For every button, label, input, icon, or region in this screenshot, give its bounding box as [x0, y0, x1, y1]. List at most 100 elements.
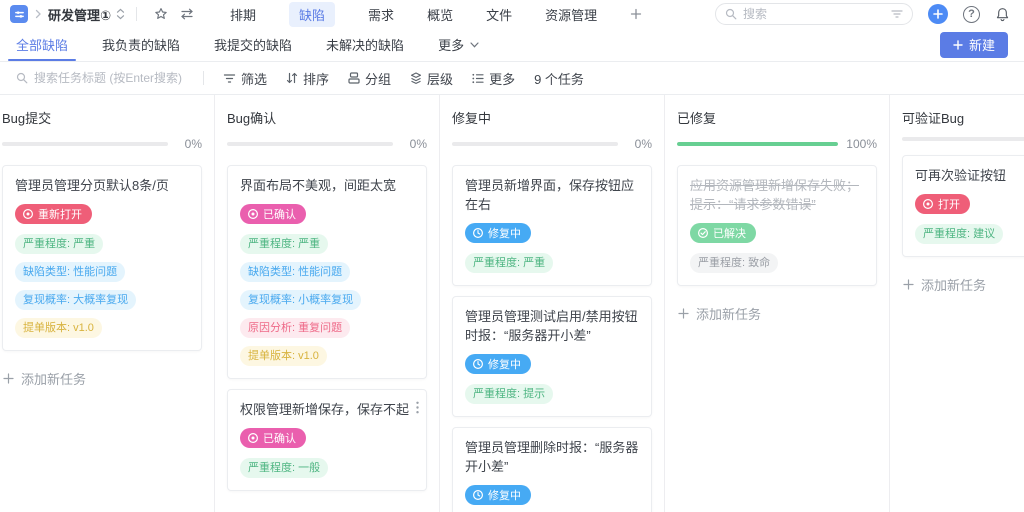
tag: 严重程度: 严重: [15, 234, 104, 254]
global-search-input[interactable]: [743, 7, 885, 21]
column-header: 修复中 0%: [440, 95, 664, 159]
breadcrumb-chevron-icon: [34, 9, 42, 19]
status-badge[interactable]: 修复中: [465, 223, 531, 243]
sort-button[interactable]: 排序: [286, 69, 329, 88]
clock-icon: [472, 358, 484, 370]
kanban-column: Bug提交 0% 管理员管理分页默认8条/页 重新打开 严重程度: 严重 缺陷类型: 性能…: [0, 95, 215, 512]
tag: 缺陷类型: 性能问题: [240, 262, 351, 282]
status-badge[interactable]: 重新打开: [15, 204, 92, 224]
new-task-button[interactable]: 新建: [939, 31, 1008, 58]
task-card[interactable]: 管理员管理删除时报：“服务器开小差”修复中严重程度: 严重: [452, 427, 652, 512]
column-cards: 管理员新增界面，保存按钮应在右 修复中 严重程度: 严重 管理员管理测试启用/禁用按钮…: [440, 159, 664, 512]
tag: 提单版本: v1.0: [15, 318, 102, 338]
kanban-column: 可验证Bug 可再次验证按钮打开严重程度: 建议添加新任务: [890, 95, 1024, 512]
column-cards: 界面布局不美观，间距太宽 已确认 严重程度: 严重 缺陷类型: 性能问题 复现概率: 小…: [215, 159, 439, 491]
task-card[interactable]: 应用资源管理新增保存失败；提示：“请求参数错误” 已解决严重程度: 致命: [677, 165, 877, 286]
column-progress-bar: [2, 142, 168, 146]
add-task-label: 添加新任务: [921, 278, 987, 293]
group-button[interactable]: 分组: [348, 69, 391, 88]
tab-paiqi[interactable]: 排期: [230, 2, 256, 27]
search-filter-icon: [891, 10, 903, 18]
global-search[interactable]: [715, 3, 913, 25]
task-search[interactable]: [16, 71, 184, 85]
task-card[interactable]: 管理员新增界面，保存按钮应在右 修复中 严重程度: 严重: [452, 165, 652, 286]
add-task-label: 添加新任务: [21, 372, 87, 387]
more-label: 更多: [489, 71, 516, 87]
view-my-submitted-bugs[interactable]: 我提交的缺陷: [214, 28, 292, 61]
group-label: 分组: [365, 71, 392, 87]
tab-gailan[interactable]: 概览: [427, 2, 453, 27]
check-circle-icon: [697, 227, 709, 239]
tab-quexian[interactable]: 缺陷: [289, 1, 336, 27]
star-icon[interactable]: [154, 7, 168, 21]
status-badge[interactable]: 已解决: [690, 223, 756, 243]
sort-label: 排序: [303, 71, 330, 87]
add-task-button[interactable]: 添加新任务: [890, 267, 1024, 294]
status-badge[interactable]: 已确认: [240, 428, 306, 448]
task-card[interactable]: 界面布局不美观，间距太宽 已确认 严重程度: 严重 缺陷类型: 性能问题 复现概率: 小…: [227, 165, 427, 379]
view-more-dropdown[interactable]: 更多: [438, 28, 479, 61]
sort-icon: [286, 72, 298, 84]
plus-icon: [903, 279, 914, 290]
add-task-button[interactable]: 添加新任务: [0, 361, 214, 388]
project-title[interactable]: 研发管理①: [48, 5, 111, 24]
tab-ziyuanguanli[interactable]: 资源管理: [545, 2, 597, 27]
clock-icon: [472, 489, 484, 501]
help-icon[interactable]: ?: [963, 5, 980, 23]
tag: 复现概率: 小概率复现: [240, 290, 362, 310]
card-menu-icon[interactable]: [416, 401, 419, 414]
more-button[interactable]: 更多: [472, 69, 515, 88]
column-progress-label: 0%: [634, 137, 652, 151]
add-module-icon[interactable]: [630, 8, 642, 20]
task-card[interactable]: 管理员管理分页默认8条/页 重新打开 严重程度: 严重 缺陷类型: 性能问题 复现概率:…: [2, 165, 202, 351]
add-task-label: 添加新任务: [696, 307, 762, 322]
status-badge[interactable]: 已确认: [240, 204, 306, 224]
column-header: 已修复 100%: [665, 95, 889, 159]
kanban-column: Bug确认 0% 界面布局不美观，间距太宽 已确认 严重程度: 严重 缺陷类型: 性能问题…: [215, 95, 440, 512]
task-card[interactable]: 可再次验证按钮打开严重程度: 建议: [902, 155, 1024, 257]
filter-button[interactable]: 筛选: [223, 69, 267, 88]
project-switcher-icon[interactable]: [116, 8, 125, 20]
hierarchy-button[interactable]: 层级: [410, 69, 453, 88]
view-my-responsible-bugs[interactable]: 我负责的缺陷: [102, 28, 180, 61]
card-title: 应用资源管理新增保存失败；提示：“请求参数错误”: [690, 178, 860, 212]
column-progress-bar: [227, 142, 393, 146]
switch-view-icon[interactable]: [180, 8, 194, 20]
tag: 严重程度: 致命: [690, 253, 779, 273]
task-search-input[interactable]: [34, 71, 184, 85]
add-task-button[interactable]: 添加新任务: [665, 296, 889, 323]
card-title: 可再次验证按钮: [915, 168, 1007, 183]
column-header: 可验证Bug: [890, 95, 1024, 149]
topbar: 研发管理① 排期 缺陷 需求 概览 文件 资源管理 ?: [0, 0, 1024, 28]
card-title: 管理员管理测试启用/禁用按钮时报：“服务器开小差”: [465, 309, 638, 343]
status-badge-label: 修复中: [488, 490, 521, 502]
card-tags: 严重程度: 严重 缺陷类型: 性能问题 复现概率: 小概率复现 原因分析: 重复问题提…: [240, 234, 414, 366]
task-card[interactable]: 管理员管理测试启用/禁用按钮时报：“服务器开小差” 修复中严重程度: 提示: [452, 296, 652, 417]
column-progress-fill: [677, 142, 839, 146]
task-card[interactable]: 权限管理新增保存，保存不起 已确认 严重程度: 一般: [227, 389, 427, 491]
hierarchy-label: 层级: [427, 71, 454, 87]
view-unresolved-bugs[interactable]: 未解决的缺陷: [326, 28, 404, 61]
column-progress: 0%: [2, 137, 202, 151]
column-cards: 管理员管理分页默认8条/页 重新打开 严重程度: 严重 缺陷类型: 性能问题 复现概率:…: [0, 159, 214, 351]
card-tags: 严重程度: 建议: [915, 224, 1024, 244]
column-progress-label: 100%: [846, 137, 877, 151]
status-badge[interactable]: 打开: [915, 194, 970, 214]
card-tags: 严重程度: 提示: [465, 384, 639, 404]
global-create-button[interactable]: [928, 4, 948, 24]
column-cards: 可再次验证按钮打开严重程度: 建议: [890, 149, 1024, 257]
tag: 提单版本: v1.0: [240, 346, 327, 366]
add-task-button[interactable]: 添加新任务: [215, 501, 439, 512]
app-icon[interactable]: [10, 5, 28, 23]
column-progress-bar: [677, 142, 839, 146]
tab-xuqiu[interactable]: 需求: [368, 2, 394, 27]
circle-dot-icon: [922, 198, 934, 210]
tab-wenjian[interactable]: 文件: [486, 2, 512, 27]
plus-icon: [3, 373, 14, 384]
view-all-bugs[interactable]: 全部缺陷: [7, 28, 77, 61]
status-badge[interactable]: 修复中: [465, 354, 531, 374]
status-badge[interactable]: 修复中: [465, 485, 531, 505]
tag: 复现概率: 大概率复现: [15, 290, 137, 310]
notification-bell-icon[interactable]: [995, 7, 1010, 22]
tag: 严重程度: 严重: [240, 234, 329, 254]
